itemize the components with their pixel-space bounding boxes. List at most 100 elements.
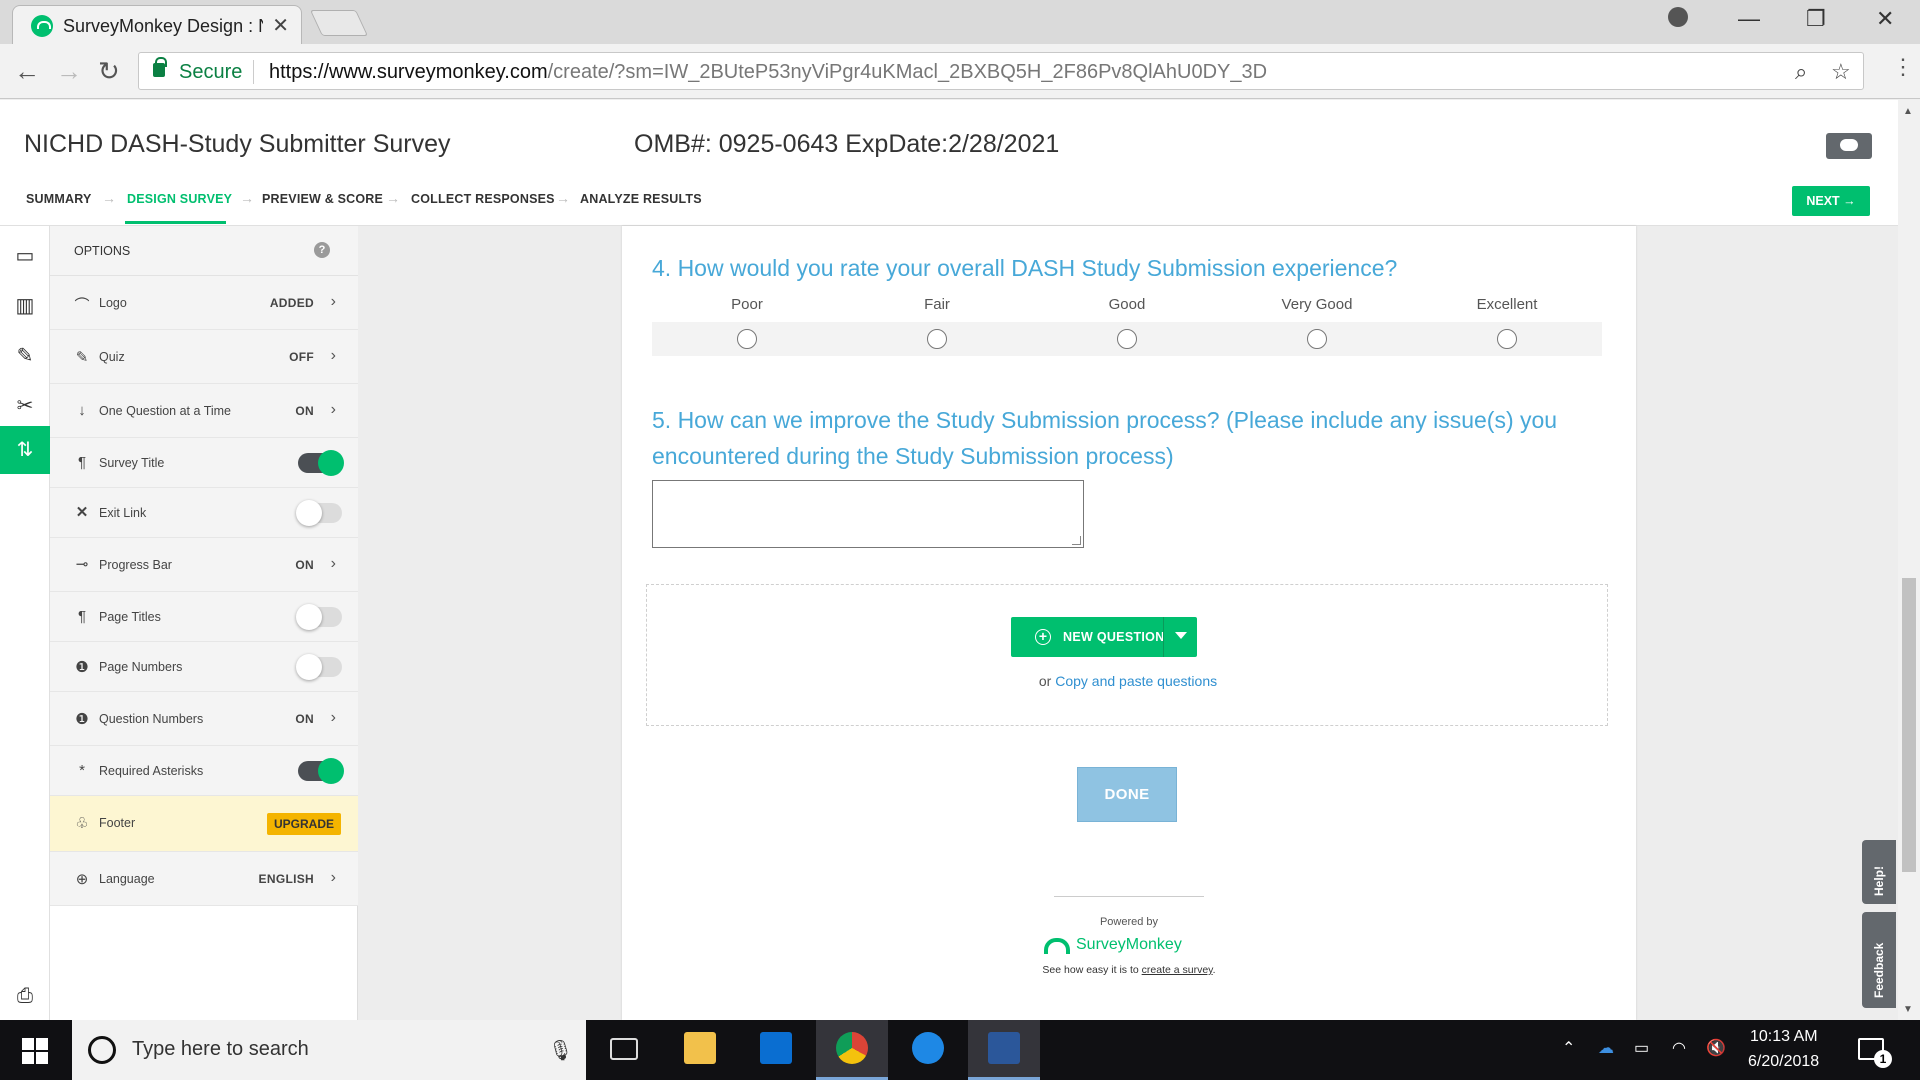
- clock-date[interactable]: 6/20/2018: [1748, 1053, 1819, 1071]
- wifi-icon[interactable]: ◠: [1672, 1038, 1686, 1058]
- close-tab-icon[interactable]: ✕: [272, 13, 289, 38]
- taskbar-search-input[interactable]: Type here to search 🎙: [72, 1020, 586, 1080]
- scroll-up-icon[interactable]: ▲: [1903, 106, 1913, 117]
- surveymonkey-logo[interactable]: SurveyMonkey: [1040, 934, 1220, 958]
- logic-icon[interactable]: ✂: [0, 382, 50, 430]
- chrome-icon[interactable]: [816, 1020, 888, 1080]
- battery-icon[interactable]: ▭: [1634, 1038, 1649, 1058]
- chevron-right-icon: ›: [330, 401, 336, 418]
- paintbrush-icon[interactable]: ✎: [0, 332, 50, 380]
- rating-label: Fair: [924, 296, 950, 313]
- option-progress-bar[interactable]: ⊸ Progress Bar ON ›: [50, 538, 358, 592]
- page-numbers-toggle[interactable]: [296, 654, 342, 680]
- tab-preview-score[interactable]: PREVIEW & SCORE: [262, 192, 383, 206]
- builder-icon[interactable]: ▭: [0, 232, 50, 280]
- help-side-tab[interactable]: Help!: [1862, 840, 1896, 904]
- radio-fair[interactable]: [927, 329, 947, 349]
- minimize-icon[interactable]: —: [1738, 6, 1760, 32]
- option-value: ADDED: [269, 296, 314, 310]
- chat-bubble-icon[interactable]: [1826, 133, 1872, 159]
- upgrade-badge[interactable]: UPGRADE: [267, 813, 341, 835]
- next-button[interactable]: NEXT →: [1792, 186, 1870, 216]
- plus-circle-icon: +: [1035, 629, 1051, 645]
- chrome-glyph: [836, 1032, 868, 1064]
- scroll-down-icon[interactable]: ▼: [1903, 1004, 1913, 1015]
- question-5-line-1: 5. How can we improve the Study Submissi…: [652, 407, 1558, 433]
- option-one-question-at-a-time[interactable]: ↓ One Question at a Time ON ›: [50, 384, 358, 438]
- windows-start-icon[interactable]: [22, 1038, 48, 1064]
- question-5-title[interactable]: 5. How can we improve the Study Submissi…: [652, 402, 1557, 474]
- option-value: ENGLISH: [258, 872, 314, 886]
- chrome-menu-icon[interactable]: ⋮: [1892, 54, 1914, 80]
- question-4-title[interactable]: 4. How would you rate your overall DASH …: [652, 250, 1397, 286]
- exit-link-toggle[interactable]: [296, 500, 342, 526]
- start-pane: [36, 1052, 48, 1064]
- forward-arrow-icon[interactable]: →: [56, 56, 82, 87]
- zoom-icon[interactable]: ⌕: [1795, 59, 1807, 85]
- profile-icon[interactable]: [1668, 7, 1688, 27]
- volume-mute-icon[interactable]: 🔇: [1706, 1038, 1726, 1058]
- outlook-icon[interactable]: [740, 1020, 812, 1080]
- reload-icon[interactable]: ↻: [98, 56, 120, 87]
- tab-summary[interactable]: SUMMARY: [26, 192, 92, 206]
- tab-collect-responses[interactable]: COLLECT RESPONSES: [411, 192, 555, 206]
- word-icon[interactable]: [968, 1020, 1040, 1080]
- see-how-text: See how easy it is to create a survey.: [622, 964, 1636, 976]
- close-window-icon[interactable]: ✕: [1876, 6, 1894, 32]
- help-circle-icon[interactable]: ?: [314, 242, 330, 258]
- left-icon-rail: ▭ ▥ ✎ ✂ ⇅ ⎙: [0, 226, 50, 1020]
- globe-icon: ⊕: [75, 871, 89, 888]
- url-host: https://www.surveymonkey.com: [269, 61, 548, 83]
- print-icon[interactable]: ⎙: [0, 972, 50, 1020]
- question-5-textarea[interactable]: [652, 480, 1084, 548]
- required-asterisks-toggle[interactable]: [298, 758, 344, 784]
- copy-paste-link[interactable]: Copy and paste questions: [1055, 673, 1217, 689]
- new-tab-button[interactable]: [309, 10, 369, 36]
- page-titles-toggle[interactable]: [296, 604, 342, 630]
- done-button[interactable]: DONE: [1077, 767, 1177, 822]
- page-scrollbar[interactable]: ▲ ▼: [1898, 100, 1920, 1020]
- tab-analyze-results[interactable]: ANALYZE RESULTS: [580, 192, 702, 206]
- radio-very-good[interactable]: [1307, 329, 1327, 349]
- options-sliders-icon[interactable]: ⇅: [0, 426, 50, 474]
- file-explorer-icon[interactable]: [664, 1020, 736, 1080]
- toggle-knob: [318, 450, 344, 476]
- restore-icon[interactable]: ❐: [1806, 6, 1826, 32]
- browser-tab[interactable]: SurveyMonkey Design : N ✕: [12, 5, 302, 44]
- option-language[interactable]: ⊕ Language ENGLISH ›: [50, 852, 358, 906]
- clock-time[interactable]: 10:13 AM: [1750, 1028, 1818, 1046]
- toggle-knob: [318, 758, 344, 784]
- microphone-icon[interactable]: 🎙: [548, 1038, 573, 1063]
- options-heading: OPTIONS: [74, 244, 131, 258]
- bookmark-star-icon[interactable]: ☆: [1831, 59, 1851, 85]
- option-footer[interactable]: ♧ Footer UPGRADE: [50, 796, 358, 852]
- onedrive-icon[interactable]: ☁: [1598, 1038, 1614, 1058]
- option-label: Page Titles: [99, 610, 161, 624]
- chevron-right-icon: ›: [330, 293, 336, 310]
- radio-good[interactable]: [1117, 329, 1137, 349]
- tray-chevron-icon[interactable]: ⌃: [1562, 1038, 1575, 1058]
- option-logo[interactable]: ⌒ Logo ADDED ›: [50, 276, 358, 330]
- address-bar-area: ← → ↻ Secure https://www.surveymonkey.co…: [0, 44, 1920, 99]
- survey-title-toggle[interactable]: [298, 450, 344, 476]
- option-label: Question Numbers: [99, 712, 204, 726]
- caret-down-icon[interactable]: [1175, 632, 1187, 639]
- create-survey-link[interactable]: create a survey: [1142, 964, 1213, 976]
- feedback-side-tab[interactable]: Feedback: [1862, 912, 1896, 1008]
- back-arrow-icon[interactable]: ←: [14, 56, 40, 87]
- options-panel: OPTIONS ? ⌒ Logo ADDED › ✎ Quiz OFF › ↓ …: [50, 226, 358, 1020]
- tab-design-survey[interactable]: DESIGN SURVEY: [127, 192, 232, 206]
- option-question-numbers[interactable]: ❶ Question Numbers ON ›: [50, 692, 358, 746]
- question-5-line-2: encountered during the Study Submission …: [652, 443, 1174, 469]
- edge-icon[interactable]: [892, 1020, 964, 1080]
- radio-poor[interactable]: [737, 329, 757, 349]
- chart-icon[interactable]: ▥: [0, 282, 50, 330]
- url-input[interactable]: Secure https://www.surveymonkey.com/crea…: [138, 52, 1864, 90]
- option-quiz[interactable]: ✎ Quiz OFF ›: [50, 330, 358, 384]
- paragraph-icon: ¶: [77, 608, 87, 625]
- task-view-icon[interactable]: [588, 1020, 660, 1080]
- new-question-button[interactable]: + NEW QUESTION: [1011, 617, 1197, 657]
- scroll-thumb[interactable]: [1902, 578, 1916, 872]
- radio-excellent[interactable]: [1497, 329, 1517, 349]
- step-arrow-icon: →: [240, 190, 254, 206]
